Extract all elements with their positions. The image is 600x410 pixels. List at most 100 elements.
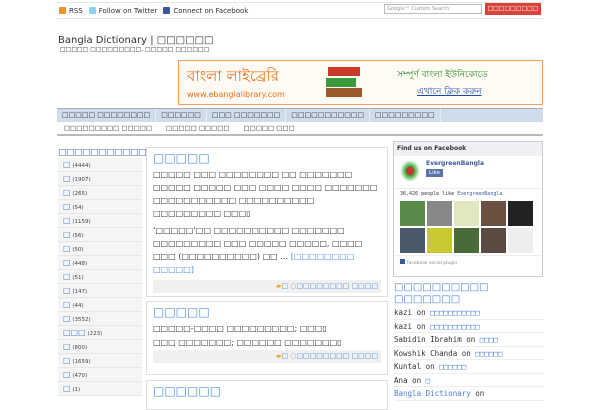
categories-heading: □□□□□□□□□□□□□ [58,148,163,158]
nav-item[interactable]: □□□□□ □□□ [237,122,302,134]
category-link[interactable]: □ [63,244,71,253]
category-item[interactable]: □ (265) [58,186,142,200]
fan-avatar[interactable] [454,228,479,253]
category-item[interactable]: □ (4444) [58,158,142,172]
like-button[interactable]: Like [426,169,443,177]
nav-item[interactable]: □□□□□ □□□□□ [159,122,236,134]
page-logo [400,160,420,182]
category-link[interactable]: □ [63,230,71,239]
post-card: □□□□□ □□□□□ □□□ □□□□□□□□ □□ □□□□□□□ □□□□… [146,147,388,297]
rss-icon [59,7,66,14]
site-title[interactable]: Bangla Dictionary | □□□□□□ [58,35,213,46]
post-excerpt: □□□ □□□□□□□; □□□□□□ □□□□□□□▯ [153,338,342,347]
comment-author: Kuntal [394,362,422,371]
fan-avatar[interactable] [508,201,533,226]
category-item[interactable]: □ (44) [58,298,142,312]
category-link[interactable]: □ [63,202,71,211]
ebanglalibrary-banner[interactable]: বাংলা লাইব্রেরি www.ebanglalibrary.com স… [178,60,543,105]
category-link[interactable]: □ [63,216,71,225]
category-link[interactable]: □ [63,342,71,351]
recent-comment-item: Bangla Dictionary on [394,387,544,401]
facebook-link[interactable]: Connect on Facebook [163,7,248,15]
comment-post-link[interactable]: □□□□□□ [475,349,502,358]
post-title[interactable]: □□□□□□ [153,384,381,398]
nav-item[interactable]: □□□□□□ [156,109,207,122]
category-link[interactable]: □ [63,272,71,281]
fan-avatar[interactable] [427,228,452,253]
rss-label: RSS [69,6,83,15]
category-count: (1159) [72,219,91,225]
fan-avatar[interactable] [454,201,479,226]
post-footer: ▰□ ○□□□□□□□□ □□□□ [153,350,381,363]
page-link[interactable]: EvergreenBangla. [457,191,505,197]
nav-item[interactable]: □□□□□□□□□ □□□□□ [57,122,159,134]
fan-avatar[interactable] [400,201,425,226]
category-item[interactable]: □□□ (223) [58,326,142,340]
category-item[interactable]: □ (1159) [58,214,142,228]
facebook-label: Connect on Facebook [173,6,249,15]
nav-item[interactable]: □□□□□□□□□ [370,109,441,122]
fan-avatar[interactable] [400,228,425,253]
category-item[interactable]: □ (147) [58,284,142,298]
comment-post-link[interactable]: □□□□ [480,335,498,344]
category-item[interactable]: □ (1907) [58,172,142,186]
category-link[interactable]: □ [63,314,71,323]
fan-thumbnails [394,199,542,255]
category-item[interactable]: □ (50) [58,242,142,256]
category-link[interactable]: □ [63,174,71,183]
comment-post-link[interactable]: □□□□□□ [439,362,466,371]
category-item[interactable]: □ (54) [58,200,142,214]
category-link[interactable]: □ [63,300,71,309]
nav-item[interactable]: □□□□□ □□□□□□□□ [57,109,157,122]
social-plugin-label: Facebook social plugin [406,261,458,266]
fan-avatar[interactable] [481,228,506,253]
comment-post-link[interactable]: □□□□□□□□□□□ [430,322,480,331]
post-card: □□□□□ □□□□□-□□□□ □□□□□□□□□; □□□▯ □□□ □□□… [146,301,388,375]
fan-avatar[interactable] [427,201,452,226]
banner-tagline: সম্পূর্ণ বাংলা ইউনিকোডে [397,70,488,80]
page-name-link[interactable]: EvergreenBangla [426,160,484,167]
on-label: on [475,389,485,398]
rss-link[interactable]: RSS [59,7,83,15]
nav-item[interactable]: □□□ □□□□□□□ [207,109,287,122]
twitter-link[interactable]: Follow on Twitter [88,7,157,15]
comment-author[interactable]: Bangla Dictionary [394,389,471,398]
category-link[interactable]: □ [63,370,71,379]
banner-url: www.ebanglalibrary.com [187,90,285,99]
post-excerpt: ‘□□□□□’□□ □□□□□□□□□□ □□□□□□□ □□□□□□□□□ □… [153,224,381,276]
fan-avatar[interactable] [481,201,506,226]
category-item[interactable]: □ (448) [58,256,142,270]
category-link[interactable]: □ [63,286,71,295]
category-link[interactable]: □ [63,160,71,169]
category-link[interactable]: □□□ [63,328,86,337]
recent-comments: □□□□□□□□□□ □□□□□□□ kazi on □□□□□□□□□□□ ka… [394,282,544,401]
category-link[interactable]: □ [63,188,71,197]
search-input[interactable]: Google™ Custom Search [384,4,482,14]
category-item[interactable]: □ (56) [58,228,142,242]
post-title[interactable]: □□□□□ [153,151,381,165]
category-link[interactable]: □ [63,356,71,365]
post-excerpt: □□□□□ □□□ □□□□□□□□ □□ □□□□□□□ □□□□□ □□□□… [153,170,378,218]
comments-link[interactable]: □□□□□□□□ □□□□ [296,282,378,290]
category-item[interactable]: □ (470) [58,368,142,382]
category-item[interactable]: □ (1659) [58,354,142,368]
category-item[interactable]: □ (800) [58,340,142,354]
comment-post-link[interactable]: □□□□□□□□□□□ [430,308,480,317]
nav-item[interactable]: □□□□□□□□□□□ [286,109,371,122]
fan-avatar[interactable] [508,228,533,253]
on-label: on [461,348,471,358]
site-tagline: □□□□□ □□□□□□□□□, □□□□□ □□□□□□ [60,46,210,53]
category-item[interactable]: □ (51) [58,270,142,284]
search-button[interactable]: □□□□□□□□□ [485,3,541,15]
category-count: (1) [72,387,81,393]
category-item[interactable]: □ (1) [58,382,142,396]
comments-link[interactable]: □□□□□□□□ □□□□ [296,352,378,360]
category-item[interactable]: □ (3552) [58,312,142,326]
category-link[interactable]: □ [281,282,288,290]
comment-post-link[interactable]: □ [426,376,431,385]
post-excerpt: □□□□□-□□□□ □□□□□□□□□; □□□▯ [153,324,327,333]
post-title[interactable]: □□□□□ [153,305,381,319]
category-link[interactable]: □ [63,258,71,267]
category-link[interactable]: □ [281,352,288,360]
category-link[interactable]: □ [63,384,71,393]
